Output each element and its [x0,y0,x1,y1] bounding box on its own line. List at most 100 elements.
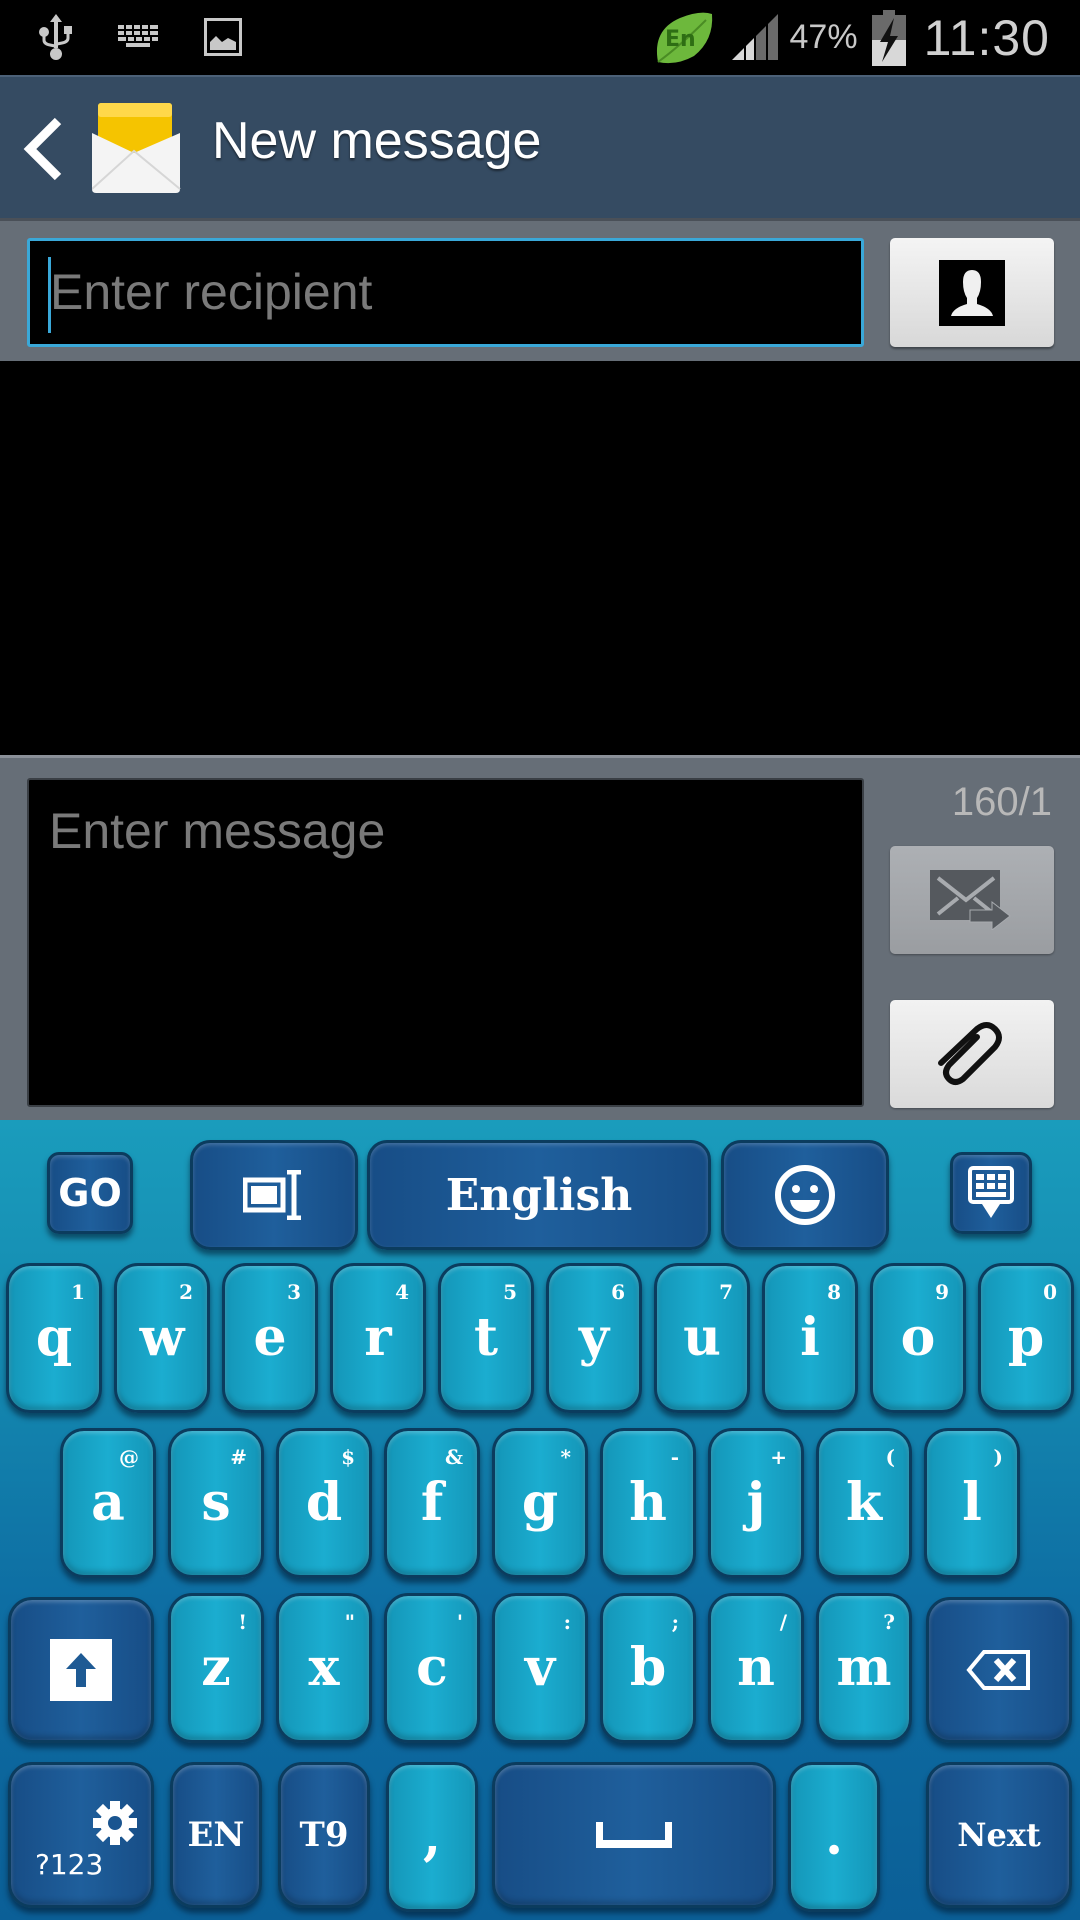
key-hint: ? [883,1610,895,1634]
cursor-control-button[interactable] [190,1140,358,1250]
emoji-icon [775,1165,835,1225]
language-key[interactable]: EN [170,1762,262,1908]
action-bar: New message [0,75,1080,218]
key-y[interactable]: 6y [546,1263,642,1413]
key-label: t [473,1307,499,1368]
next-key[interactable]: Next [926,1762,1072,1908]
emoji-button[interactable] [721,1140,889,1250]
comma-key[interactable]: , [386,1762,478,1912]
status-bar: En 47% 11:30 [0,0,1080,75]
key-k[interactable]: (k [816,1428,912,1578]
key-z[interactable]: ! z [168,1593,264,1743]
key-x[interactable]: " x [276,1593,372,1743]
battery-charging-icon [871,9,906,66]
key-hint: @ [119,1445,139,1469]
recipient-input[interactable]: Enter recipient [27,238,864,347]
key-hint: ; [671,1610,679,1634]
key-hint: 4 [395,1280,409,1304]
symbols-settings-key[interactable]: ?123 [8,1762,154,1908]
key-label: k [845,1472,883,1533]
key-q[interactable]: 1q [6,1263,102,1413]
hide-keyboard-button[interactable] [950,1152,1032,1234]
comma-label: , [422,1806,442,1867]
key-n[interactable]: / n [708,1593,804,1743]
key-b[interactable]: ; b [600,1593,696,1743]
key-label: s [201,1472,231,1533]
key-label: w [139,1307,185,1368]
page-title: New message [212,112,542,170]
key-hint: / [779,1610,787,1634]
language-switch-button[interactable]: English [367,1140,711,1250]
key-hint: ) [993,1445,1003,1469]
key-label: x [308,1637,340,1698]
key-label: o [900,1307,936,1368]
t9-key[interactable]: T9 [278,1762,370,1908]
key-f[interactable]: & f [384,1428,480,1578]
key-hint: 6 [611,1280,625,1304]
key-e[interactable]: 3e [222,1263,318,1413]
character-counter: 160/1 [951,780,1052,824]
send-button[interactable] [890,846,1054,954]
keyboard: GO English ?123 EN T9 , . Next 1 q 2 w 3… [0,1120,1080,1920]
key-hint: 2 [179,1280,193,1304]
key-t[interactable]: 5t [438,1263,534,1413]
key-label: v [524,1637,556,1698]
key-hint: + [770,1445,787,1469]
conversation-area [0,361,1080,755]
key-hint: ! [238,1610,247,1634]
backspace-key[interactable] [926,1597,1072,1743]
image-icon [204,18,242,56]
space-icon [596,1822,672,1848]
add-contact-button[interactable] [890,238,1054,347]
key-label: g [521,1472,559,1533]
clock: 11:30 [923,9,1050,66]
key-hint: - [670,1445,679,1469]
go-button[interactable]: GO [47,1152,133,1234]
space-key[interactable] [492,1762,776,1908]
key-label: u [683,1307,721,1368]
battery-percent: 47% [789,18,858,56]
key-l[interactable]: ) l [924,1428,1020,1578]
key-h[interactable]: -h [600,1428,696,1578]
key-s[interactable]: # s [168,1428,264,1578]
message-placeholder: Enter message [49,803,386,859]
backspace-icon [966,1650,1030,1690]
attach-button[interactable] [890,1000,1054,1108]
key-o[interactable]: 9o [870,1263,966,1413]
key-i[interactable]: 8i [762,1263,858,1413]
key-hint: " [344,1610,355,1634]
key-p[interactable]: 0p [978,1263,1074,1413]
chevron-left-icon[interactable] [22,115,66,183]
usb-icon [39,14,72,60]
key-v[interactable]: :v [492,1593,588,1743]
shift-arrow-icon [50,1639,112,1701]
key-label: b [629,1637,667,1698]
compose-bar: Enter message 160/1 [0,755,1080,1120]
next-label: Next [957,1816,1041,1854]
key-label: f [420,1472,444,1533]
send-message-icon [930,870,1011,930]
key-hint: ' [456,1610,463,1634]
message-input[interactable]: Enter message [27,778,864,1107]
key-r[interactable]: 4r [330,1263,426,1413]
t9-key-label: T9 [299,1815,349,1855]
key-hint: 9 [935,1280,949,1304]
gear-icon [93,1801,137,1845]
key-g[interactable]: * g [492,1428,588,1578]
recipient-placeholder: Enter recipient [50,264,373,320]
key-c[interactable]: ' c [384,1593,480,1743]
period-key[interactable]: . [788,1762,880,1912]
key-m[interactable]: ? m [816,1593,912,1743]
key-a[interactable]: @ a [60,1428,156,1578]
key-d[interactable]: $ d [276,1428,372,1578]
language-key-label: EN [187,1815,245,1855]
key-hint: 8 [827,1280,841,1304]
key-u[interactable]: 7u [654,1263,750,1413]
key-hint: # [230,1445,247,1469]
key-label: p [1007,1307,1045,1368]
key-hint: & [444,1445,463,1469]
key-hint: 0 [1043,1280,1057,1304]
key-j[interactable]: + j [708,1428,804,1578]
shift-key[interactable] [8,1597,154,1743]
key-w[interactable]: 2w [114,1263,210,1413]
